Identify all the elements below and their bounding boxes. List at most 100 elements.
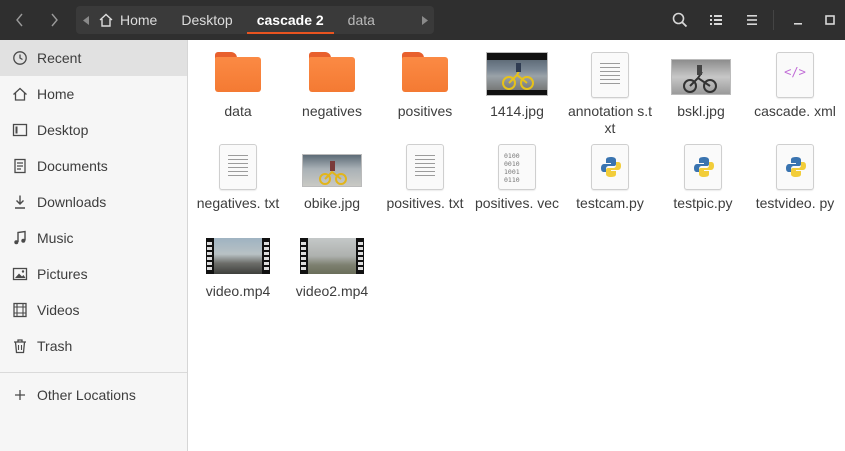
- breadcrumb-label: Desktop: [181, 12, 233, 28]
- sidebar-item-label: Other Locations: [37, 387, 136, 403]
- sidebar-item-label: Trash: [37, 338, 73, 354]
- sidebar-item-label: Videos: [37, 302, 80, 318]
- file-name: cascade. xml: [754, 103, 836, 119]
- file-name: video2.mp4: [295, 283, 369, 299]
- python-file-icon: [591, 144, 629, 190]
- search-button[interactable]: [668, 0, 692, 40]
- sidebar-item-pictures[interactable]: Pictures: [0, 256, 187, 292]
- file-name: obike.jpg: [303, 195, 361, 211]
- menu-button[interactable]: [740, 0, 764, 40]
- sidebar-item-label: Pictures: [37, 266, 88, 282]
- breadcrumb-desktop[interactable]: Desktop: [169, 6, 244, 34]
- home-icon: [99, 13, 113, 27]
- code-file-icon: </>: [776, 52, 814, 98]
- file-name: bskl.jpg: [677, 103, 725, 119]
- sidebar-item-other-locations[interactable]: Other Locations: [0, 377, 187, 413]
- sidebar-divider: [0, 372, 187, 373]
- sidebar-item-music[interactable]: Music: [0, 220, 187, 256]
- breadcrumb-data[interactable]: data: [336, 6, 387, 34]
- binary-file-icon: 0100 0010 1001 0110: [498, 144, 536, 190]
- trash-icon: [14, 339, 26, 354]
- file-item-positives-txt[interactable]: positives. txt: [378, 132, 472, 212]
- plus-icon: [15, 390, 25, 400]
- sidebar-item-home[interactable]: Home: [0, 76, 187, 112]
- breadcrumb-cascade-2[interactable]: cascade 2: [245, 6, 336, 34]
- breadcrumb-label: data: [347, 12, 375, 28]
- sidebar-item-label: Recent: [37, 50, 82, 66]
- folder-icon: [215, 52, 261, 92]
- triangle-left-icon: [82, 15, 89, 25]
- file-item-bskl-jpg[interactable]: bskl.jpg: [654, 40, 748, 120]
- file-name: negatives: [302, 103, 362, 119]
- text-file-icon: [406, 144, 444, 190]
- minimize-button[interactable]: [786, 0, 810, 40]
- file-item-video-mp4[interactable]: video.mp4: [191, 220, 285, 300]
- path-scroll-left[interactable]: [76, 6, 96, 34]
- path-scroll-right[interactable]: [414, 6, 434, 34]
- python-logo-icon: [694, 157, 714, 177]
- sidebar-item-label: Desktop: [37, 122, 89, 138]
- menu-icon: [747, 15, 757, 25]
- maximize-button[interactable]: [818, 0, 842, 40]
- bicycle-icon: [487, 53, 547, 95]
- file-grid: data negatives positives 1414.jpg annota…: [189, 40, 845, 451]
- music-icon: [14, 230, 26, 245]
- file-name: 1414.jpg: [490, 103, 544, 119]
- maximize-icon: [825, 15, 835, 25]
- file-name: negatives. txt: [196, 195, 280, 211]
- view-list-icon: [710, 15, 722, 25]
- file-item-testcam-py[interactable]: testcam.py: [563, 132, 657, 212]
- file-item-cascade-xml[interactable]: </> cascade. xml: [748, 40, 842, 120]
- chevron-right-icon: [51, 13, 58, 27]
- python-file-icon: [776, 144, 814, 190]
- chevron-left-icon: [16, 13, 23, 27]
- file-item-obike-jpg[interactable]: obike.jpg: [285, 132, 379, 212]
- home-icon: [13, 87, 27, 101]
- file-item-annotations-txt[interactable]: annotation s.txt: [563, 40, 657, 137]
- breadcrumb-home[interactable]: Home: [96, 6, 169, 34]
- breadcrumb: Home Desktop cascade 2 data: [76, 6, 434, 34]
- breadcrumb-label: Home: [120, 12, 158, 28]
- triangle-right-icon: [421, 15, 428, 25]
- file-name: testvideo. py: [755, 195, 835, 211]
- sidebar-item-documents[interactable]: Documents: [0, 148, 187, 184]
- python-logo-icon: [786, 157, 806, 177]
- file-name: testcam.py: [576, 195, 644, 211]
- documents-icon: [14, 158, 26, 174]
- file-item-negatives[interactable]: negatives: [285, 40, 379, 120]
- bicycle-icon: [319, 161, 347, 185]
- sidebar-item-videos[interactable]: Videos: [0, 292, 187, 328]
- file-item-data[interactable]: data: [191, 40, 285, 120]
- forward-button[interactable]: [37, 0, 71, 40]
- video-thumbnail: [300, 238, 364, 274]
- file-name: positives. txt: [386, 195, 464, 211]
- image-thumbnail: [671, 59, 731, 95]
- sidebar-item-trash[interactable]: Trash: [0, 328, 187, 364]
- file-item-positives-vec[interactable]: 0100 0010 1001 0110 positives. vec: [470, 132, 564, 212]
- pictures-icon: [12, 267, 28, 281]
- file-item-testpic-py[interactable]: testpic.py: [656, 132, 750, 212]
- view-toggle-button[interactable]: [704, 0, 728, 40]
- sidebar-item-downloads[interactable]: Downloads: [0, 184, 187, 220]
- file-name: positives: [397, 103, 453, 119]
- file-item-1414-jpg[interactable]: 1414.jpg: [470, 40, 564, 120]
- image-thumbnail: [302, 154, 362, 187]
- clock-icon: [13, 51, 27, 65]
- search-icon: [672, 12, 688, 28]
- file-item-negatives-txt[interactable]: negatives. txt: [191, 132, 285, 212]
- bicycle-icon: [683, 65, 717, 93]
- video-thumbnail: [206, 238, 270, 274]
- folder-icon: [309, 52, 355, 92]
- text-file-icon: [219, 144, 257, 190]
- back-button[interactable]: [3, 0, 37, 40]
- header-bar: Home Desktop cascade 2 data: [0, 0, 845, 40]
- sidebar-item-label: Music: [37, 230, 74, 246]
- sidebar-item-desktop[interactable]: Desktop: [0, 112, 187, 148]
- file-item-positives[interactable]: positives: [378, 40, 472, 120]
- sidebar-item-recent[interactable]: Recent: [0, 40, 187, 76]
- file-name: video.mp4: [205, 283, 271, 299]
- desktop-icon: [12, 123, 28, 137]
- file-item-testvideo-py[interactable]: testvideo. py: [748, 132, 842, 212]
- file-item-video2-mp4[interactable]: video2.mp4: [285, 220, 379, 300]
- sidebar-item-label: Downloads: [37, 194, 107, 210]
